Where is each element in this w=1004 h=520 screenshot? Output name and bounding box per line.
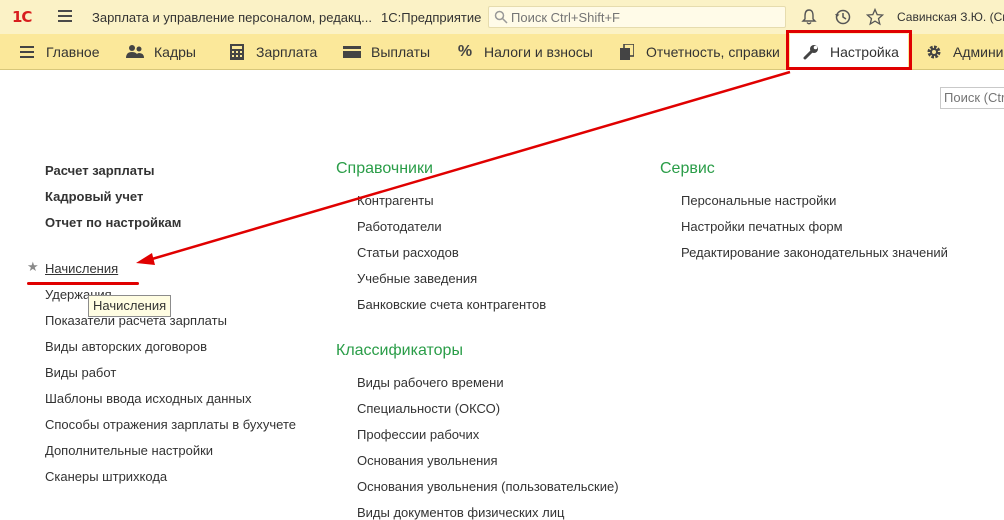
link-educational-institutions[interactable]: Учебные заведения [357, 271, 477, 286]
favorite-star-icon[interactable]: ★ [27, 259, 39, 275]
section-salary-label: Зарплата [256, 43, 318, 60]
gear-icon [925, 43, 943, 61]
function-search-input[interactable] [944, 90, 1004, 105]
group-directories: Справочники [336, 160, 433, 177]
search-icon [494, 10, 508, 24]
section-salary[interactable]: Зарплата [228, 34, 317, 69]
app-title: Зарплата и управление персоналом, редакц… [92, 10, 372, 25]
hamburger-icon [18, 43, 36, 61]
section-admin-label: Админи [953, 43, 1004, 60]
section-main-label: Главное [46, 43, 100, 60]
section-reports-label: Отчетность, справки [646, 43, 780, 60]
link-work-time-types[interactable]: Виды рабочего времени [357, 375, 504, 390]
link-accruals[interactable]: Начисления [45, 261, 118, 276]
bell-icon[interactable] [800, 8, 818, 26]
section-main[interactable]: Главное [18, 34, 100, 69]
link-settings-report[interactable]: Отчет по настройкам [45, 215, 181, 230]
link-payroll[interactable]: Расчет зарплаты [45, 163, 154, 178]
section-hr[interactable]: Кадры [126, 34, 196, 69]
calculator-icon [228, 43, 246, 61]
link-expense-items[interactable]: Статьи расходов [357, 245, 459, 260]
section-taxes-label: Налоги и взносы [484, 43, 593, 60]
star-icon[interactable] [866, 8, 884, 26]
section-payments[interactable]: Выплаты [343, 34, 430, 69]
section-reports[interactable]: Отчетность, справки [618, 34, 780, 69]
section-payments-label: Выплаты [371, 43, 431, 60]
platform-name: 1С:Предприятие [381, 10, 482, 25]
link-work-types[interactable]: Виды работ [45, 365, 116, 380]
link-input-templates[interactable]: Шаблоны ввода исходных данных [45, 391, 251, 406]
link-id-document-types[interactable]: Виды документов физических лиц [357, 505, 564, 520]
group-classifiers: Классификаторы [336, 342, 463, 359]
link-specialties[interactable]: Специальности (ОКСО) [357, 401, 500, 416]
history-icon[interactable] [834, 8, 852, 26]
link-print-form-settings[interactable]: Настройки печатных форм [681, 219, 843, 234]
link-dismissal-reasons[interactable]: Основания увольнения [357, 453, 498, 468]
link-legal-values[interactable]: Редактирование законодательных значений [681, 245, 948, 260]
highlight-box [786, 30, 912, 70]
global-search[interactable] [488, 6, 786, 28]
global-search-input[interactable] [511, 9, 781, 25]
link-additional-settings[interactable]: Дополнительные настройки [45, 443, 213, 458]
link-author-contracts[interactable]: Виды авторских договоров [45, 339, 207, 354]
link-professions[interactable]: Профессии рабочих [357, 427, 479, 442]
link-personal-settings[interactable]: Персональные настройки [681, 193, 836, 208]
link-hr-accounting[interactable]: Кадровый учет [45, 189, 143, 204]
group-service: Сервис [660, 160, 715, 177]
menu-icon[interactable] [58, 10, 72, 22]
link-accounting-methods[interactable]: Способы отражения зарплаты в бухучете [45, 417, 296, 432]
link-dismissal-reasons-custom[interactable]: Основания увольнения (пользовательские) [357, 479, 619, 494]
section-admin[interactable]: Админи [925, 34, 1004, 69]
section-hr-label: Кадры [154, 43, 196, 60]
function-search[interactable] [940, 87, 1004, 109]
percent-icon: % [457, 42, 473, 60]
wallet-icon [343, 43, 361, 61]
app-logo[interactable]: 1С [12, 8, 32, 26]
link-barcode-scanners[interactable]: Сканеры штрихкода [45, 469, 167, 484]
tooltip: Начисления [88, 295, 172, 317]
link-counterparties[interactable]: Контрагенты [357, 193, 434, 208]
people-icon [126, 43, 144, 61]
current-user[interactable]: Савинская З.Ю. (Сис [897, 10, 1004, 24]
link-bank-accounts[interactable]: Банковские счета контрагентов [357, 297, 546, 312]
section-taxes[interactable]: % Налоги и взносы [456, 34, 593, 69]
link-employers[interactable]: Работодатели [357, 219, 442, 234]
underline-annotation [27, 282, 139, 285]
copy-icon [618, 43, 636, 61]
